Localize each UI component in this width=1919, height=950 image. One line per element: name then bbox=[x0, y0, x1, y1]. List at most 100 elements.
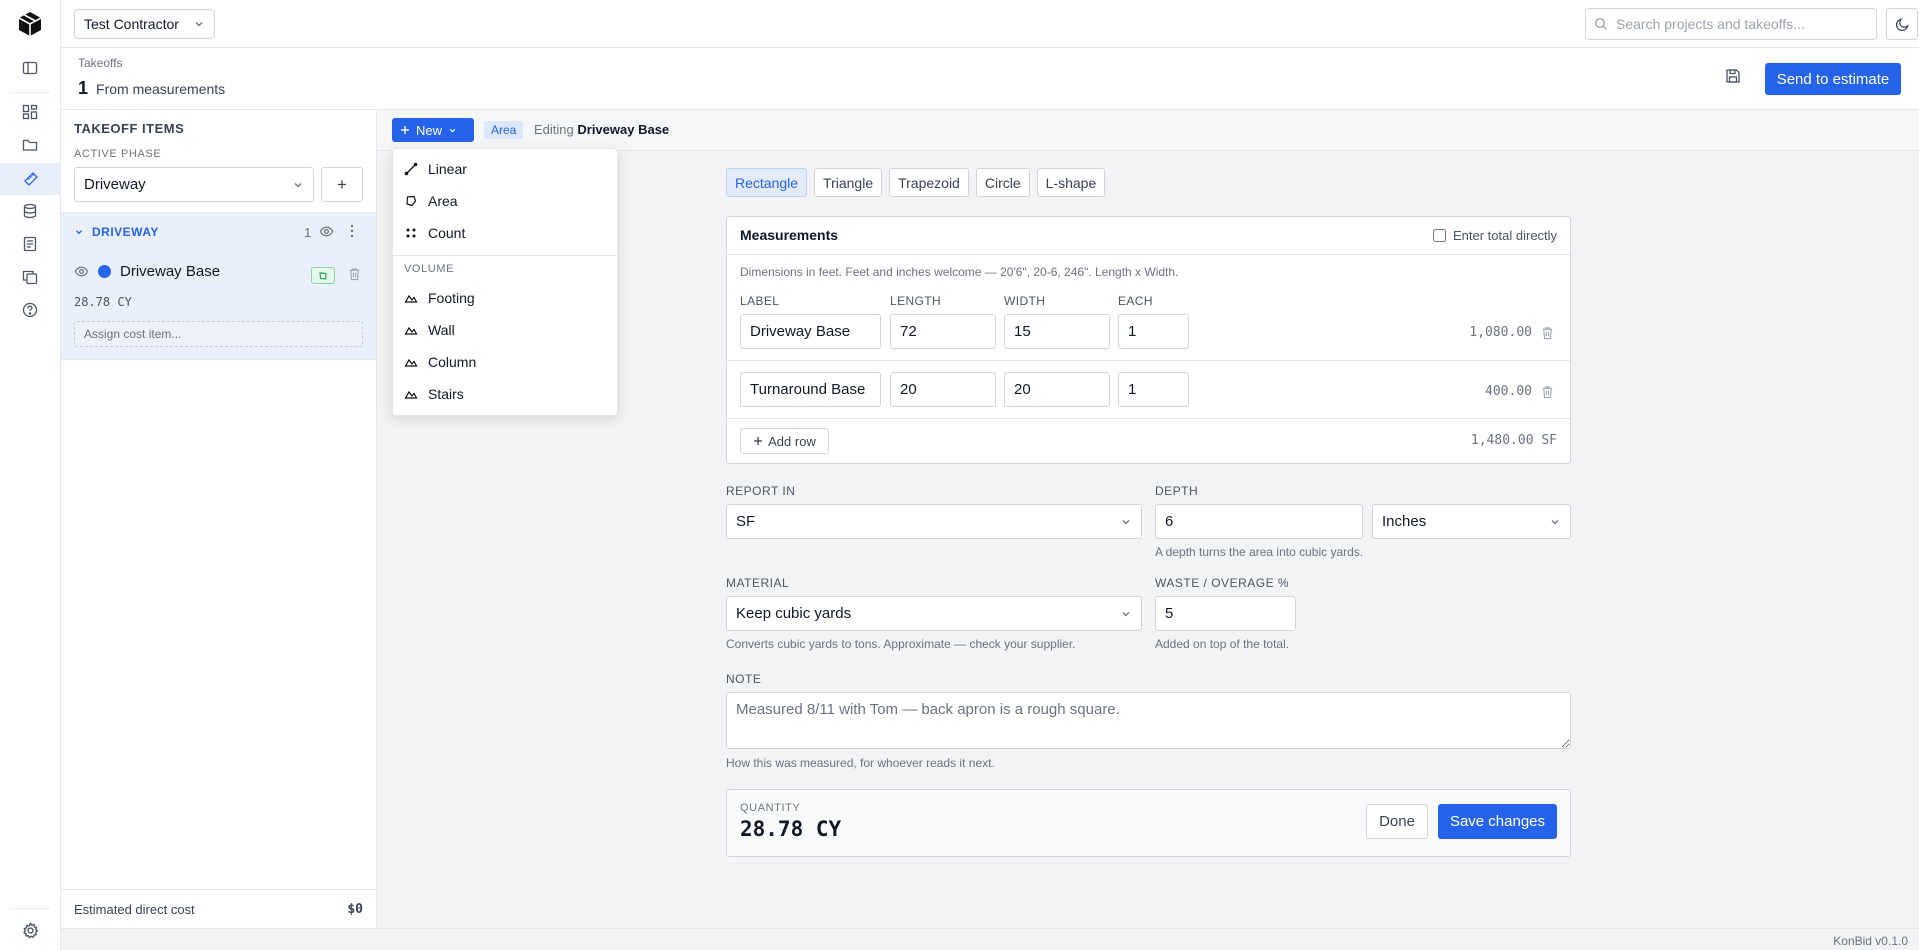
org-name: Test Contractor bbox=[84, 16, 179, 32]
eye-icon[interactable] bbox=[74, 264, 89, 279]
type-badge: Area bbox=[484, 121, 524, 139]
org-switcher[interactable]: Test Contractor bbox=[74, 9, 215, 39]
measurements-grand-total: 1,480.00 SF bbox=[1470, 433, 1557, 448]
enter-total-directly-toggle[interactable]: Enter total directly bbox=[1433, 228, 1557, 243]
measurements-title: Measurements bbox=[740, 227, 839, 243]
quantity-value: 28.78 CY bbox=[740, 817, 842, 841]
row-label-input[interactable] bbox=[740, 372, 881, 407]
new-button-label: New bbox=[416, 122, 443, 138]
save-icon[interactable] bbox=[1725, 68, 1741, 84]
row-label-input[interactable] bbox=[740, 314, 881, 349]
settings-gear-icon[interactable] bbox=[18, 918, 42, 942]
nav-rail bbox=[0, 0, 61, 950]
note-textarea[interactable] bbox=[726, 692, 1571, 749]
takeoff-item[interactable]: Driveway Base bbox=[74, 263, 220, 280]
row-length-input[interactable] bbox=[890, 314, 996, 349]
item-color-dot bbox=[98, 265, 111, 278]
phase-group-header[interactable]: DRIVEWAY bbox=[74, 225, 159, 239]
material-select[interactable]: Keep cubic yards bbox=[726, 596, 1142, 631]
new-takeoff-button[interactable]: New bbox=[392, 118, 474, 142]
trash-icon[interactable] bbox=[1541, 385, 1554, 399]
row-each-input[interactable] bbox=[1118, 372, 1189, 407]
trash-icon[interactable] bbox=[348, 267, 361, 281]
menu-item-linear[interactable]: Linear bbox=[404, 161, 467, 177]
send-to-estimate-button[interactable]: Send to estimate bbox=[1765, 63, 1901, 95]
eye-icon[interactable] bbox=[319, 224, 334, 239]
editing-prefix: Editing bbox=[534, 122, 574, 137]
shape-tab-triangle[interactable]: Triangle bbox=[814, 168, 883, 197]
page-title-sub: From measurements bbox=[96, 81, 226, 97]
save-changes-button[interactable]: Save changes bbox=[1438, 804, 1557, 839]
phase-select[interactable]: Driveway bbox=[74, 167, 314, 202]
search-input[interactable] bbox=[1616, 16, 1856, 32]
panel-title: TAKEOFF ITEMS bbox=[74, 121, 185, 136]
takeoffs-ruler-icon[interactable] bbox=[0, 163, 61, 195]
chevron-down-icon bbox=[448, 126, 457, 135]
copy-icon[interactable] bbox=[18, 265, 42, 289]
menu-item-wall[interactable]: Wall bbox=[404, 322, 455, 338]
app-version: KonBid v0.1.0 bbox=[1833, 934, 1908, 948]
menu-item-label: Stairs bbox=[428, 386, 464, 402]
menu-item-area[interactable]: Area bbox=[404, 193, 458, 209]
row-width-input[interactable] bbox=[1004, 314, 1110, 349]
volume-icon bbox=[404, 323, 418, 337]
breadcrumb[interactable]: Takeoffs bbox=[78, 56, 122, 70]
sidebar-toggle-icon[interactable] bbox=[18, 56, 42, 80]
waste-help: Added on top of the total. bbox=[1155, 637, 1290, 651]
shape-tab-trapezoid[interactable]: Trapezoid bbox=[889, 168, 969, 197]
menu-item-label: Column bbox=[428, 354, 477, 370]
volume-icon bbox=[404, 387, 418, 401]
report-in-select[interactable]: SF bbox=[726, 504, 1142, 539]
menu-divider bbox=[393, 255, 617, 256]
page-header: Takeoffs 1 From measurements Send to est… bbox=[61, 48, 1919, 110]
row-width-input[interactable] bbox=[1004, 372, 1110, 407]
cube-logo-icon[interactable] bbox=[16, 10, 44, 38]
waste-input[interactable] bbox=[1155, 596, 1296, 631]
add-phase-button[interactable]: + bbox=[321, 167, 363, 202]
material-help: Converts cubic yards to tons. Approximat… bbox=[726, 637, 1076, 651]
chevron-down-icon[interactable] bbox=[74, 227, 84, 237]
assign-cost-item-button[interactable]: Assign cost item... bbox=[74, 321, 363, 347]
menu-item-column[interactable]: Column bbox=[404, 354, 476, 370]
menu-item-label: Area bbox=[428, 193, 458, 209]
done-button[interactable]: Done bbox=[1366, 804, 1428, 839]
help-icon[interactable] bbox=[18, 298, 42, 322]
editor-toolbar: New Area Editing Driveway Base bbox=[377, 110, 1919, 151]
chevron-down-icon bbox=[193, 18, 205, 30]
shape-tab-circle[interactable]: Circle bbox=[975, 168, 1030, 197]
theme-toggle-button[interactable] bbox=[1886, 8, 1918, 40]
enter-total-directly-checkbox[interactable] bbox=[1433, 229, 1446, 242]
folder-icon[interactable] bbox=[18, 133, 42, 157]
phase-group: DRIVEWAY 1 Driveway Base 28.78 CY Assign… bbox=[61, 212, 376, 360]
column-width: WIDTH bbox=[1004, 294, 1046, 308]
estimate-doc-icon[interactable] bbox=[18, 232, 42, 256]
trash-icon[interactable] bbox=[1541, 326, 1554, 340]
plus-icon bbox=[400, 125, 410, 135]
shape-tabs: Rectangle Triangle Trapezoid Circle L-sh… bbox=[726, 168, 1106, 197]
add-row-button[interactable]: Add row bbox=[740, 428, 829, 454]
menu-item-label: Footing bbox=[428, 290, 475, 306]
shape-tab-l-shape[interactable]: L-shape bbox=[1036, 168, 1106, 197]
depth-input[interactable] bbox=[1155, 504, 1363, 539]
menu-item-label: Linear bbox=[428, 161, 467, 177]
report-in-value: SF bbox=[736, 513, 756, 530]
database-icon[interactable] bbox=[18, 199, 42, 223]
menu-item-stairs[interactable]: Stairs bbox=[404, 386, 464, 402]
phase-select-value: Driveway bbox=[84, 176, 146, 193]
measurements-hint: Dimensions in feet. Feet and inches welc… bbox=[740, 265, 1179, 279]
menu-item-footing[interactable]: Footing bbox=[404, 290, 475, 306]
dashboard-icon[interactable] bbox=[18, 100, 42, 124]
column-each: EACH bbox=[1118, 294, 1153, 308]
more-vertical-icon[interactable] bbox=[345, 223, 359, 239]
add-row-label: Add row bbox=[768, 433, 816, 449]
menu-item-count[interactable]: Count bbox=[404, 225, 465, 241]
column-label: LABEL bbox=[740, 294, 780, 308]
editing-item-name: Driveway Base bbox=[577, 122, 670, 137]
row-each-input[interactable] bbox=[1118, 314, 1189, 349]
search-icon bbox=[1594, 17, 1608, 31]
search-box[interactable] bbox=[1585, 8, 1877, 40]
note-label: NOTE bbox=[726, 672, 762, 686]
shape-tab-rectangle[interactable]: Rectangle bbox=[726, 168, 808, 197]
row-length-input[interactable] bbox=[890, 372, 996, 407]
depth-unit-select[interactable]: Inches bbox=[1372, 504, 1571, 539]
